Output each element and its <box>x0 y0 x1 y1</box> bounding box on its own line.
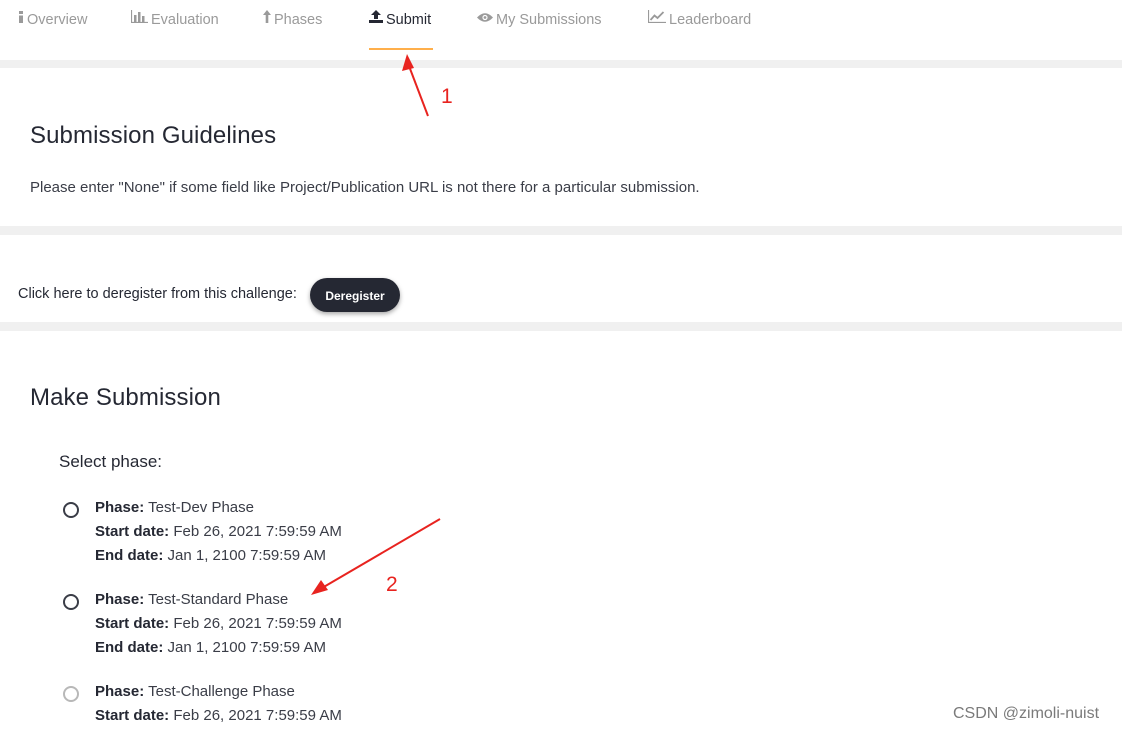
watermark: CSDN @zimoli-nuist <box>953 705 1100 722</box>
annotation-label-2: 2 <box>386 573 398 596</box>
annotation-arrows <box>311 54 441 595</box>
arrow-2-icon <box>311 518 441 595</box>
arrow-1-icon <box>402 54 429 117</box>
annotation-label-1: 1 <box>441 85 453 108</box>
